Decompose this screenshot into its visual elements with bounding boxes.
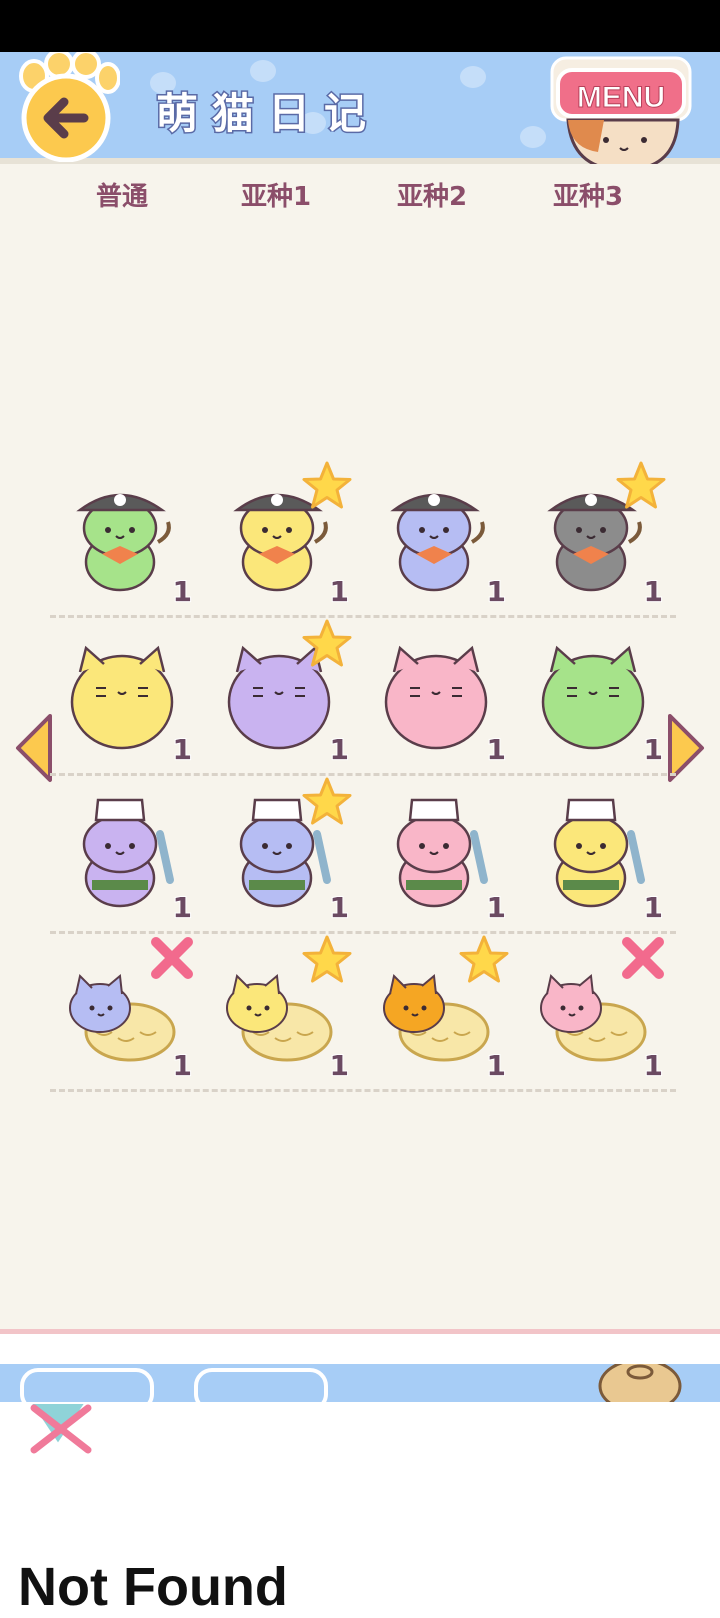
cat-card-tempura[interactable]: 1 bbox=[521, 934, 677, 1084]
cat-count: 1 bbox=[485, 732, 507, 767]
cat-figure bbox=[76, 493, 171, 592]
cat-card-chubby[interactable]: 1 bbox=[207, 618, 363, 768]
cat-card-tempura[interactable]: 1 bbox=[50, 934, 206, 1084]
cat-figure bbox=[70, 645, 174, 750]
star-icon bbox=[302, 777, 352, 825]
cat-figure bbox=[553, 798, 645, 908]
menu-button[interactable]: MENU bbox=[548, 52, 698, 176]
grid-row: 1 1 1 1 bbox=[50, 618, 676, 776]
broken-image-icon bbox=[28, 1402, 92, 1454]
star-icon bbox=[302, 461, 352, 509]
cat-count: 1 bbox=[642, 574, 664, 609]
cat-card-tempura[interactable]: 1 bbox=[364, 934, 520, 1084]
not-found-message: Not Found bbox=[18, 1557, 288, 1617]
cat-card-chubby[interactable]: 1 bbox=[521, 618, 677, 768]
cat-card-chef[interactable]: 1 bbox=[521, 776, 677, 926]
status-bar bbox=[0, 0, 720, 52]
cat-card-chubby[interactable]: 1 bbox=[50, 618, 206, 768]
cat-card-tempura[interactable]: 1 bbox=[207, 934, 363, 1084]
page-title: 萌猫日记 bbox=[154, 88, 381, 140]
cross-icon bbox=[622, 937, 664, 979]
cat-count: 1 bbox=[171, 1048, 193, 1083]
spacer bbox=[0, 1334, 720, 1364]
tab-subspecies-2[interactable]: 亚种2 bbox=[362, 176, 502, 213]
grid-row: 1 1 1 1 bbox=[50, 776, 676, 934]
cat-count: 1 bbox=[328, 574, 350, 609]
cat-count: 1 bbox=[328, 1048, 350, 1083]
cat-count: 1 bbox=[171, 890, 193, 925]
cat-count: 1 bbox=[328, 732, 350, 767]
star-icon bbox=[459, 935, 509, 983]
tab-normal[interactable]: 普通 bbox=[52, 176, 192, 213]
back-button[interactable] bbox=[12, 49, 121, 163]
cat-count: 1 bbox=[171, 732, 193, 767]
cat-card-chef[interactable]: 1 bbox=[207, 776, 363, 926]
cat-figure bbox=[396, 798, 488, 908]
cat-figure bbox=[541, 645, 645, 750]
cat-count: 1 bbox=[328, 890, 350, 925]
cat-count: 1 bbox=[642, 890, 664, 925]
svg-text:MENU: MENU bbox=[577, 81, 665, 114]
bottom-bar bbox=[0, 1358, 720, 1414]
cat-card-chef[interactable]: 1 bbox=[50, 776, 206, 926]
tab-subspecies-3[interactable]: 亚种3 bbox=[518, 176, 658, 213]
cat-count: 1 bbox=[171, 574, 193, 609]
menu-cat-icon: MENU bbox=[550, 56, 692, 172]
cat-figure bbox=[390, 493, 485, 592]
cross-icon bbox=[151, 937, 193, 979]
cat-figure bbox=[82, 798, 174, 908]
bottom-bar-decor bbox=[20, 1358, 682, 1414]
cat-count: 1 bbox=[642, 1048, 664, 1083]
variant-tabs: 普通 亚种1 亚种2 亚种3 bbox=[0, 176, 720, 216]
cat-card-pirate[interactable]: 1 bbox=[207, 460, 363, 610]
cat-count: 1 bbox=[485, 1048, 507, 1083]
cat-card-chubby[interactable]: 1 bbox=[364, 618, 520, 768]
cat-card-pirate[interactable]: 1 bbox=[521, 460, 677, 610]
cat-card-pirate[interactable]: 1 bbox=[364, 460, 520, 610]
cat-count: 1 bbox=[485, 574, 507, 609]
cat-count: 1 bbox=[485, 890, 507, 925]
star-icon bbox=[616, 461, 666, 509]
grid-row: 1 1 1 1 bbox=[50, 460, 676, 618]
cat-card-chef[interactable]: 1 bbox=[364, 776, 520, 926]
cat-card-pirate[interactable]: 1 bbox=[50, 460, 206, 610]
tab-subspecies-1[interactable]: 亚种1 bbox=[206, 176, 346, 213]
star-icon bbox=[302, 619, 352, 667]
cat-collection-grid: 1 1 1 1 1 1 1 1 1 1 1 1 1 1 1 1 bbox=[50, 460, 676, 1092]
grid-row: 1 1 1 1 bbox=[50, 934, 676, 1092]
paw-back-icon bbox=[19, 49, 121, 163]
cat-count: 1 bbox=[642, 732, 664, 767]
star-icon bbox=[302, 935, 352, 983]
cat-figure bbox=[384, 645, 488, 750]
